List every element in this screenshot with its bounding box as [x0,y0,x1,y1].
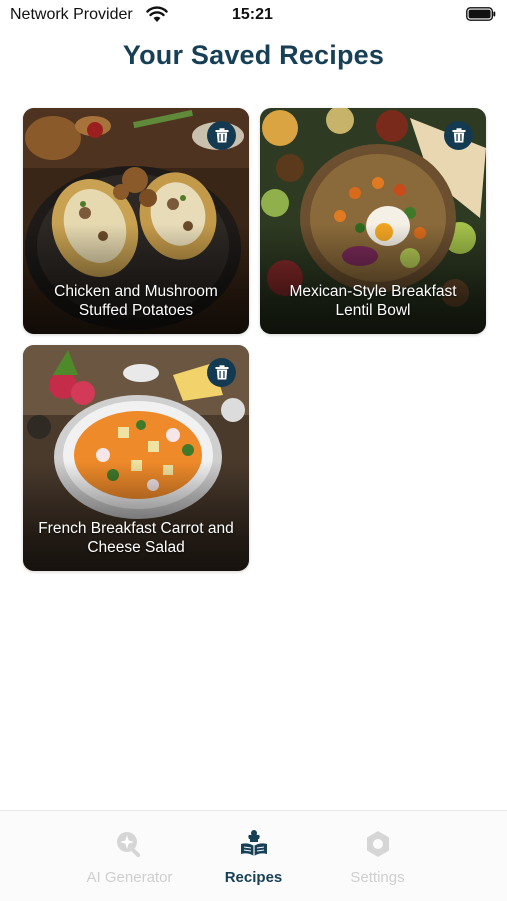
recipe-title: Chicken and Mushroom Stuffed Potatoes [54,283,218,319]
status-bar: Network Provider 15:21 [0,0,507,30]
page-title: Your Saved Recipes [122,40,385,70]
recipe-card-lentil-bowl[interactable]: Mexican-Style Breakfast Lentil Bowl [260,108,486,334]
trash-icon [215,365,228,380]
tab-settings[interactable]: Settings [293,811,462,901]
tab-bar: AI Generator Recipes Settings [0,810,507,901]
recipe-card-chicken-potatoes[interactable]: Chicken and Mushroom Stuffed Potatoes [23,108,249,334]
delete-button[interactable] [207,121,236,150]
carrier-name: Network Provider [10,6,133,23]
tab-label: Settings [350,869,405,886]
delete-button[interactable] [444,121,473,150]
sparkle-search-icon [116,832,140,858]
status-time: 15:21 [232,6,273,23]
trash-icon [452,128,465,143]
recipe-title: Mexican-Style Breakfast Lentil Bowl [289,283,457,319]
wifi-icon [146,6,168,22]
recipe-card-carrot-salad[interactable]: French Breakfast Carrot and Cheese Salad [23,345,249,571]
delete-button[interactable] [207,358,236,387]
recipe-title: French Breakfast Carrot and Cheese Salad [38,520,234,556]
gear-icon [366,831,389,857]
battery-icon [466,7,496,21]
chef-book-icon [240,830,267,856]
trash-icon [215,128,228,143]
